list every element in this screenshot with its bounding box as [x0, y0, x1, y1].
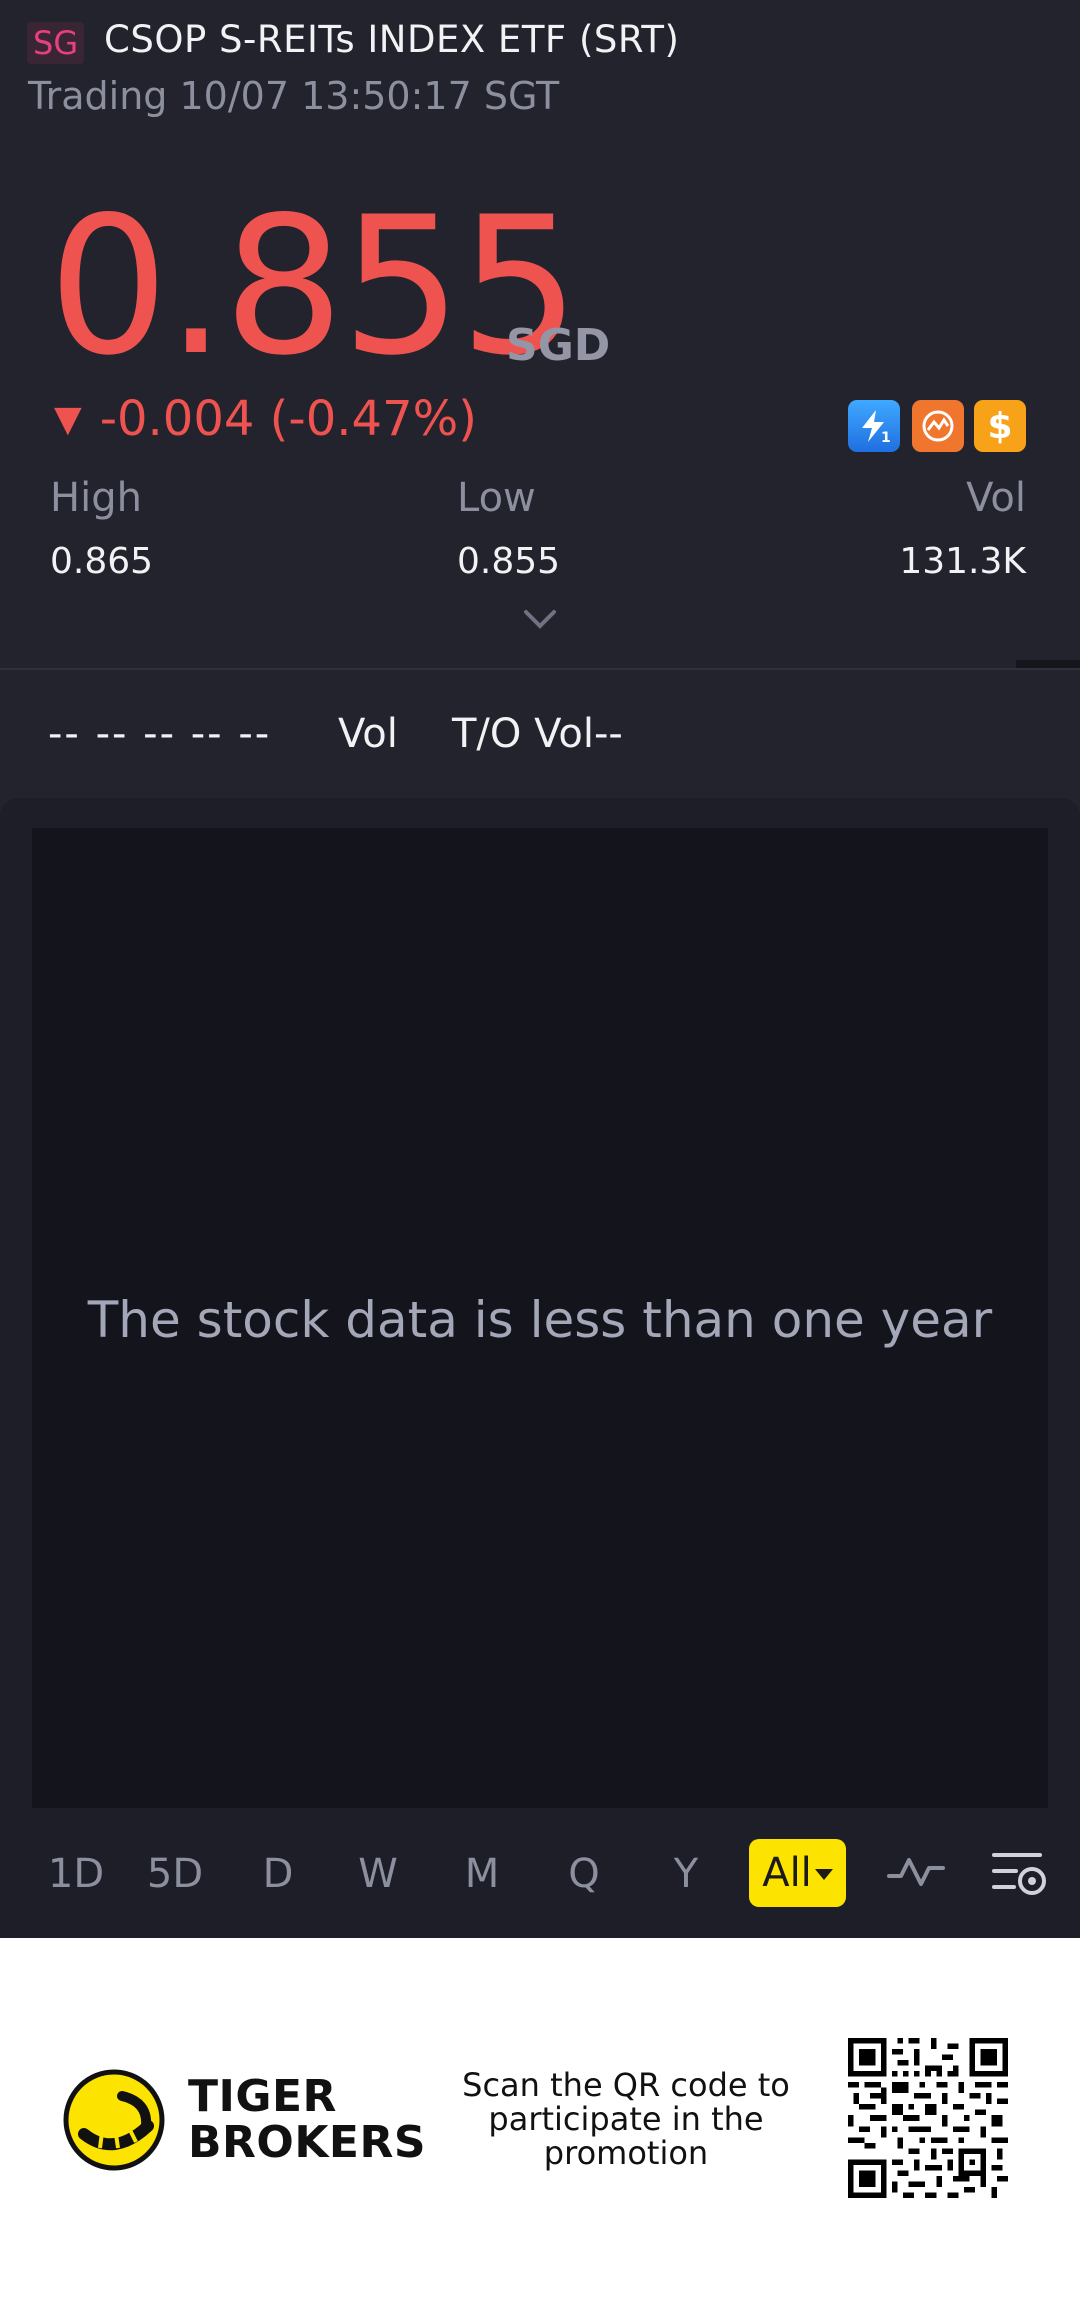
indicator-icon[interactable] — [887, 1850, 945, 1892]
strip-tovol-label: T/O Vol-- — [452, 711, 623, 757]
chevron-down-icon[interactable] — [522, 604, 558, 632]
tab-all[interactable]: All — [749, 1839, 846, 1907]
tab-5d[interactable]: 5D — [145, 1846, 205, 1902]
price-change: ▼ -0.004 (-0.47%) — [54, 388, 477, 451]
last-price: 0.855 — [48, 176, 580, 397]
chart-empty-message: The stock data is less than one year — [87, 1291, 993, 1349]
currency-label: SGD — [506, 320, 611, 371]
dollar-icon[interactable]: $ — [974, 400, 1026, 452]
tab-1d[interactable]: 1D — [46, 1846, 106, 1902]
divider-accent — [1016, 660, 1080, 668]
lightning-glyph: 1 — [862, 410, 891, 446]
brand-name-line1: TIGER — [188, 2071, 337, 2122]
caret-down-icon — [814, 1869, 833, 1880]
tab-all-label: All — [762, 1850, 812, 1896]
qr-code — [848, 2038, 1008, 2198]
low-value: 0.855 — [457, 541, 561, 582]
brand-name-line2: BROKERS — [188, 2117, 427, 2168]
strip-vol-label: Vol — [338, 711, 398, 757]
high-label: High — [50, 475, 142, 521]
price-change-value: -0.004 (-0.47%) — [99, 391, 477, 447]
tab-y[interactable]: Y — [666, 1846, 706, 1902]
lightning-level-1-icon[interactable]: 1 — [848, 400, 900, 452]
market-badge: SG — [27, 22, 85, 64]
tab-d[interactable]: D — [258, 1846, 298, 1902]
high-value: 0.865 — [50, 541, 154, 582]
low-label: Low — [457, 475, 536, 521]
chart-settings-icon[interactable] — [990, 1847, 1048, 1899]
trading-status: Trading 10/07 13:50:17 SGT — [28, 74, 560, 118]
svg-text:1: 1 — [881, 430, 891, 446]
tab-w[interactable]: W — [358, 1846, 398, 1902]
chart-badge-glyph — [922, 410, 954, 442]
tab-m[interactable]: M — [460, 1846, 504, 1902]
chart-badge-icon[interactable] — [912, 400, 964, 452]
security-name[interactable]: CSOP S-REITs INDEX ETF (SRT) — [104, 14, 679, 66]
ma-placeholder: -- -- -- -- -- — [48, 711, 272, 757]
tiger-brokers-logo — [63, 2069, 165, 2171]
vol-label: Vol — [966, 475, 1026, 521]
tab-q[interactable]: Q — [564, 1846, 604, 1902]
vol-value: 131.3K — [899, 541, 1026, 582]
promo-text: Scan the QR code to participate in the p… — [462, 2066, 790, 2172]
down-arrow-icon: ▼ — [54, 399, 82, 440]
